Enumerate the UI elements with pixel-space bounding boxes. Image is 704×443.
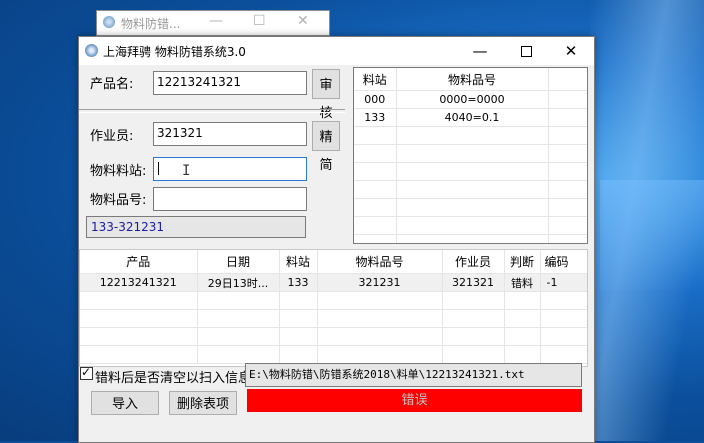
app-icon — [103, 16, 115, 28]
empty-row — [354, 162, 587, 181]
table-cell — [548, 90, 587, 109]
table-cell: 000 — [354, 90, 397, 109]
table-cell: 321321 — [442, 273, 505, 292]
table-cell: 4040=0.1 — [396, 108, 549, 127]
material-grid: 料站 物料品号 000 0000=0000 133 4040=0.1 — [354, 68, 587, 243]
audit-button[interactable]: 审核 — [312, 69, 340, 120]
table-cell: 错料 — [504, 273, 541, 292]
column-header[interactable]: 料站 — [279, 250, 318, 274]
background-window-title: 物料防错... — [121, 17, 181, 31]
empty-row — [80, 345, 587, 364]
maximize-icon — [520, 46, 532, 57]
table-cell: 133 — [279, 273, 318, 292]
table-header-row: 产品 日期 料站 物料品号 作业员 判断 编码 — [80, 250, 587, 274]
empty-row — [354, 216, 587, 235]
log-table[interactable]: 产品 日期 料站 物料品号 作业员 判断 编码 12213241321 29日1… — [79, 249, 588, 367]
empty-row — [354, 180, 587, 199]
close-button[interactable]: ✕ — [548, 37, 594, 65]
empty-row — [354, 234, 587, 243]
simplify-button[interactable]: 精简 — [312, 121, 340, 172]
table-cell: 12213241321 — [80, 273, 198, 292]
empty-row — [80, 291, 587, 310]
divider — [79, 109, 345, 113]
empty-row — [354, 198, 587, 217]
window-title: 上海拜骋 物料防错系统3.0 — [103, 45, 246, 59]
station-label: 物料料站: — [90, 164, 147, 179]
title-bar[interactable]: 上海拜骋 物料防错系统3.0 — ✕ — [79, 37, 594, 65]
maximize-icon[interactable]: ☐ — [253, 13, 266, 29]
log-grid: 产品 日期 料站 物料品号 作业员 判断 编码 12213241321 29日1… — [80, 250, 587, 364]
column-header[interactable]: 物料品号 — [317, 250, 443, 274]
table-row[interactable]: 12213241321 29日13时... 133 321231 321321 … — [80, 273, 587, 292]
column-header[interactable]: 作业员 — [442, 250, 505, 274]
column-header[interactable]: 产品 — [80, 250, 198, 274]
column-header[interactable]: 物料品号 — [396, 68, 549, 91]
minimize-button[interactable]: — — [457, 37, 503, 65]
partno-input[interactable] — [153, 187, 307, 211]
table-cell: 29日13时... — [197, 273, 280, 292]
main-window: 上海拜骋 物料防错系统3.0 — ✕ 产品名: 12213241321 审核 作… — [78, 36, 595, 443]
column-header — [548, 68, 587, 91]
import-button[interactable]: 导入 — [91, 391, 159, 415]
table-cell: 133 — [354, 108, 397, 127]
table-cell: -1 — [540, 273, 587, 292]
wallpaper-light-streak — [600, 180, 704, 290]
station-input[interactable]: I — [153, 157, 307, 181]
maximize-button[interactable] — [503, 37, 549, 65]
clear-on-error-checkbox[interactable]: ✓ — [80, 365, 93, 380]
empty-row — [80, 309, 587, 328]
product-input[interactable]: 12213241321 — [153, 71, 307, 95]
table-cell — [548, 108, 587, 127]
text-caret — [158, 162, 159, 175]
result-indicator: 错误 — [247, 389, 582, 412]
app-icon — [85, 44, 98, 57]
file-path-display: E:\物料防错\防错系统2018\料单\12213241321.txt — [245, 363, 582, 387]
checkmark-icon: ✓ — [81, 365, 92, 379]
operator-label: 作业员: — [90, 129, 134, 144]
table-cell: 321231 — [317, 273, 443, 292]
minimize-icon[interactable]: — — [209, 13, 223, 29]
empty-row — [354, 126, 587, 145]
partno-label: 物料品号: — [90, 193, 147, 208]
column-header[interactable]: 日期 — [197, 250, 280, 274]
checkbox-label: 错料后是否清空以扫入信息 — [95, 371, 252, 386]
column-header[interactable]: 料站 — [354, 68, 397, 91]
table-header-row: 料站 物料品号 — [354, 68, 587, 91]
product-label: 产品名: — [90, 77, 134, 92]
delete-rows-button[interactable]: 删除表项 — [169, 391, 237, 415]
column-header[interactable]: 判断 — [504, 250, 541, 274]
empty-row — [354, 144, 587, 163]
table-cell: 0000=0000 — [396, 90, 549, 109]
table-row[interactable]: 133 4040=0.1 — [354, 108, 587, 127]
close-icon[interactable]: ✕ — [297, 13, 309, 29]
empty-row — [80, 327, 587, 346]
background-window[interactable]: 物料防错... — ☐ ✕ — [96, 10, 330, 36]
operator-input[interactable]: 321321 — [153, 122, 307, 146]
material-table[interactable]: 料站 物料品号 000 0000=0000 133 4040=0.1 — [353, 67, 588, 244]
status-display: 133-321231 — [86, 216, 306, 238]
table-row[interactable]: 000 0000=0000 — [354, 90, 587, 109]
column-header[interactable]: 编码 — [540, 250, 587, 274]
ibeam-cursor-icon: I — [182, 163, 191, 179]
